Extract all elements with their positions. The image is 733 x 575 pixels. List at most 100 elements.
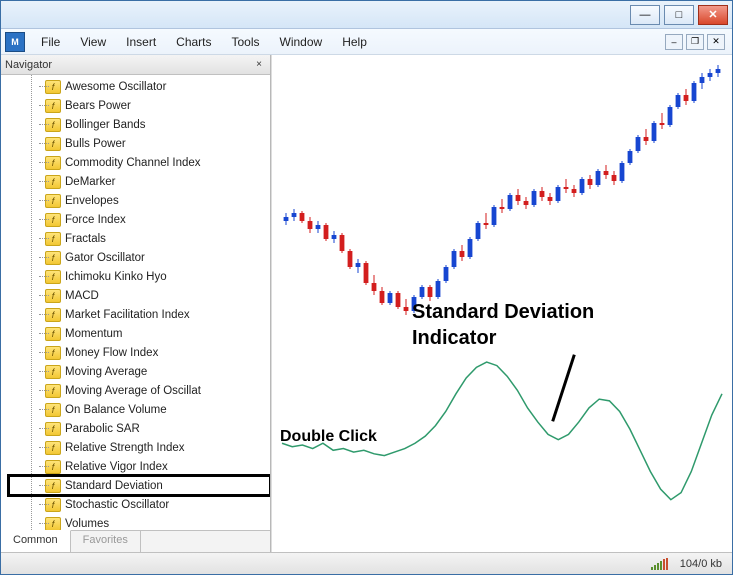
status-kb: 104/0 kb <box>680 558 722 570</box>
indicator-icon: f <box>45 99 61 113</box>
titlebar[interactable]: — □ ✕ <box>1 1 732 29</box>
chart-area[interactable]: Standard Deviation Indicator Double Clic… <box>271 55 732 552</box>
indicator-item[interactable]: f Moving Average <box>9 362 270 381</box>
indicator-icon: f <box>45 80 61 94</box>
indicator-item[interactable]: f Market Facilitation Index <box>9 305 270 324</box>
indicator-item[interactable]: f DeMarker <box>9 172 270 191</box>
indicator-item[interactable]: f Bulls Power <box>9 134 270 153</box>
indicator-icon: f <box>45 498 61 512</box>
menu-help[interactable]: Help <box>332 32 377 52</box>
indicator-item[interactable]: f Bears Power <box>9 96 270 115</box>
indicator-item[interactable]: f Awesome Oscillator <box>9 77 270 96</box>
app-icon: M <box>5 32 25 52</box>
annotation-title-2: Indicator <box>412 327 496 350</box>
indicator-icon: f <box>45 270 61 284</box>
indicator-icon: f <box>45 460 61 474</box>
menu-insert[interactable]: Insert <box>116 32 166 52</box>
indicator-item[interactable]: f Momentum <box>9 324 270 343</box>
indicator-item[interactable]: fVolumes <box>9 514 270 530</box>
indicator-item[interactable]: f Bollinger Bands <box>9 115 270 134</box>
mdi-close-button[interactable]: ✕ <box>707 34 725 50</box>
indicator-item[interactable]: fRelative Strength Index <box>9 438 270 457</box>
navigator-title: Navigator <box>5 59 52 71</box>
indicator-label: Volumes <box>65 518 109 530</box>
mdi-minimize-button[interactable]: – <box>665 34 683 50</box>
menu-file[interactable]: File <box>31 32 70 52</box>
indicator-label: Ichimoku Kinko Hyo <box>65 271 167 283</box>
indicator-icon: f <box>45 232 61 246</box>
indicator-icon: f <box>45 422 61 436</box>
indicator-label: Money Flow Index <box>65 347 158 359</box>
menu-window[interactable]: Window <box>270 32 333 52</box>
mdi-restore-button[interactable]: ❐ <box>686 34 704 50</box>
indicator-item[interactable]: f Parabolic SAR <box>9 419 270 438</box>
indicator-label: Fractals <box>65 233 106 245</box>
indicator-item[interactable]: f Money Flow Index <box>9 343 270 362</box>
menu-charts[interactable]: Charts <box>166 32 221 52</box>
indicator-item[interactable]: f On Balance Volume <box>9 400 270 419</box>
navigator-close-icon[interactable]: × <box>252 58 266 72</box>
indicator-item[interactable]: f Standard Deviation <box>9 476 270 495</box>
navigator-tree[interactable]: f Awesome Oscillator f Bears Power f Bollinge… <box>1 75 270 530</box>
indicator-label: Stochastic Oscillator <box>65 499 169 511</box>
indicator-label: Gator Oscillator <box>65 252 145 264</box>
indicator-label: Moving Average of Oscillat <box>65 385 201 397</box>
indicator-icon: f <box>45 346 61 360</box>
indicator-item[interactable]: f Moving Average of Oscillat <box>9 381 270 400</box>
indicator-label: Relative Vigor Index <box>65 461 168 473</box>
tab-favorites[interactable]: Favorites <box>71 531 141 552</box>
indicator-label: Awesome Oscillator <box>65 81 166 93</box>
indicator-label: Standard Deviation <box>65 480 163 492</box>
indicator-label: Market Facilitation Index <box>65 309 190 321</box>
indicator-icon: f <box>45 441 61 455</box>
annotation-title-1: Standard Deviation <box>412 301 594 324</box>
indicator-icon: f <box>45 251 61 265</box>
tab-common[interactable]: Common <box>1 530 71 552</box>
indicator-icon: f <box>45 479 61 493</box>
navigator-titlebar[interactable]: Navigator × <box>1 55 270 75</box>
indicator-label: Moving Average <box>65 366 147 378</box>
indicator-icon: f <box>45 137 61 151</box>
indicator-icon: f <box>45 327 61 341</box>
indicator-label: On Balance Volume <box>65 404 167 416</box>
indicator-icon: f <box>45 289 61 303</box>
indicator-item[interactable]: f Gator Oscillator <box>9 248 270 267</box>
indicator-label: Bears Power <box>65 100 131 112</box>
app-window: — □ ✕ M FileViewInsertChartsToolsWindowH… <box>0 0 733 575</box>
indicator-icon: f <box>45 213 61 227</box>
close-button[interactable]: ✕ <box>698 5 728 25</box>
maximize-button[interactable]: □ <box>664 5 694 25</box>
indicator-item[interactable]: f Fractals <box>9 229 270 248</box>
indicator-label: MACD <box>65 290 99 302</box>
menubar: M FileViewInsertChartsToolsWindowHelp – … <box>1 29 732 55</box>
indicator-label: Bollinger Bands <box>65 119 146 131</box>
indicator-icon: f <box>45 403 61 417</box>
content-area: Navigator × f Awesome Oscillator f Bears Po… <box>1 55 732 552</box>
indicator-item[interactable]: f Ichimoku Kinko Hyo <box>9 267 270 286</box>
indicator-item[interactable]: f Relative Vigor Index <box>9 457 270 476</box>
indicator-icon: f <box>45 175 61 189</box>
indicator-label: Envelopes <box>65 195 119 207</box>
connection-signal-icon <box>651 558 668 570</box>
navigator-tabs: Common Favorites <box>1 530 270 552</box>
indicator-icon: f <box>45 118 61 132</box>
minimize-button[interactable]: — <box>630 5 660 25</box>
indicator-item[interactable]: fCommodity Channel Index <box>9 153 270 172</box>
indicator-label: Parabolic SAR <box>65 423 140 435</box>
indicator-icon: f <box>45 384 61 398</box>
price-chart <box>272 55 732 545</box>
indicator-label: Momentum <box>65 328 123 340</box>
indicator-item[interactable]: fEnvelopes <box>9 191 270 210</box>
indicator-label: Commodity Channel Index <box>65 157 201 169</box>
menu-view[interactable]: View <box>70 32 116 52</box>
indicator-item[interactable]: f MACD <box>9 286 270 305</box>
navigator-panel: Navigator × f Awesome Oscillator f Bears Po… <box>1 55 271 552</box>
indicator-item[interactable]: fForce Index <box>9 210 270 229</box>
menu-tools[interactable]: Tools <box>222 32 270 52</box>
indicator-icon: f <box>45 308 61 322</box>
annotation-double-click: Double Click <box>280 428 377 446</box>
indicator-label: Bulls Power <box>65 138 126 150</box>
indicator-icon: f <box>45 365 61 379</box>
indicator-item[interactable]: f Stochastic Oscillator <box>9 495 270 514</box>
indicator-label: DeMarker <box>65 176 115 188</box>
